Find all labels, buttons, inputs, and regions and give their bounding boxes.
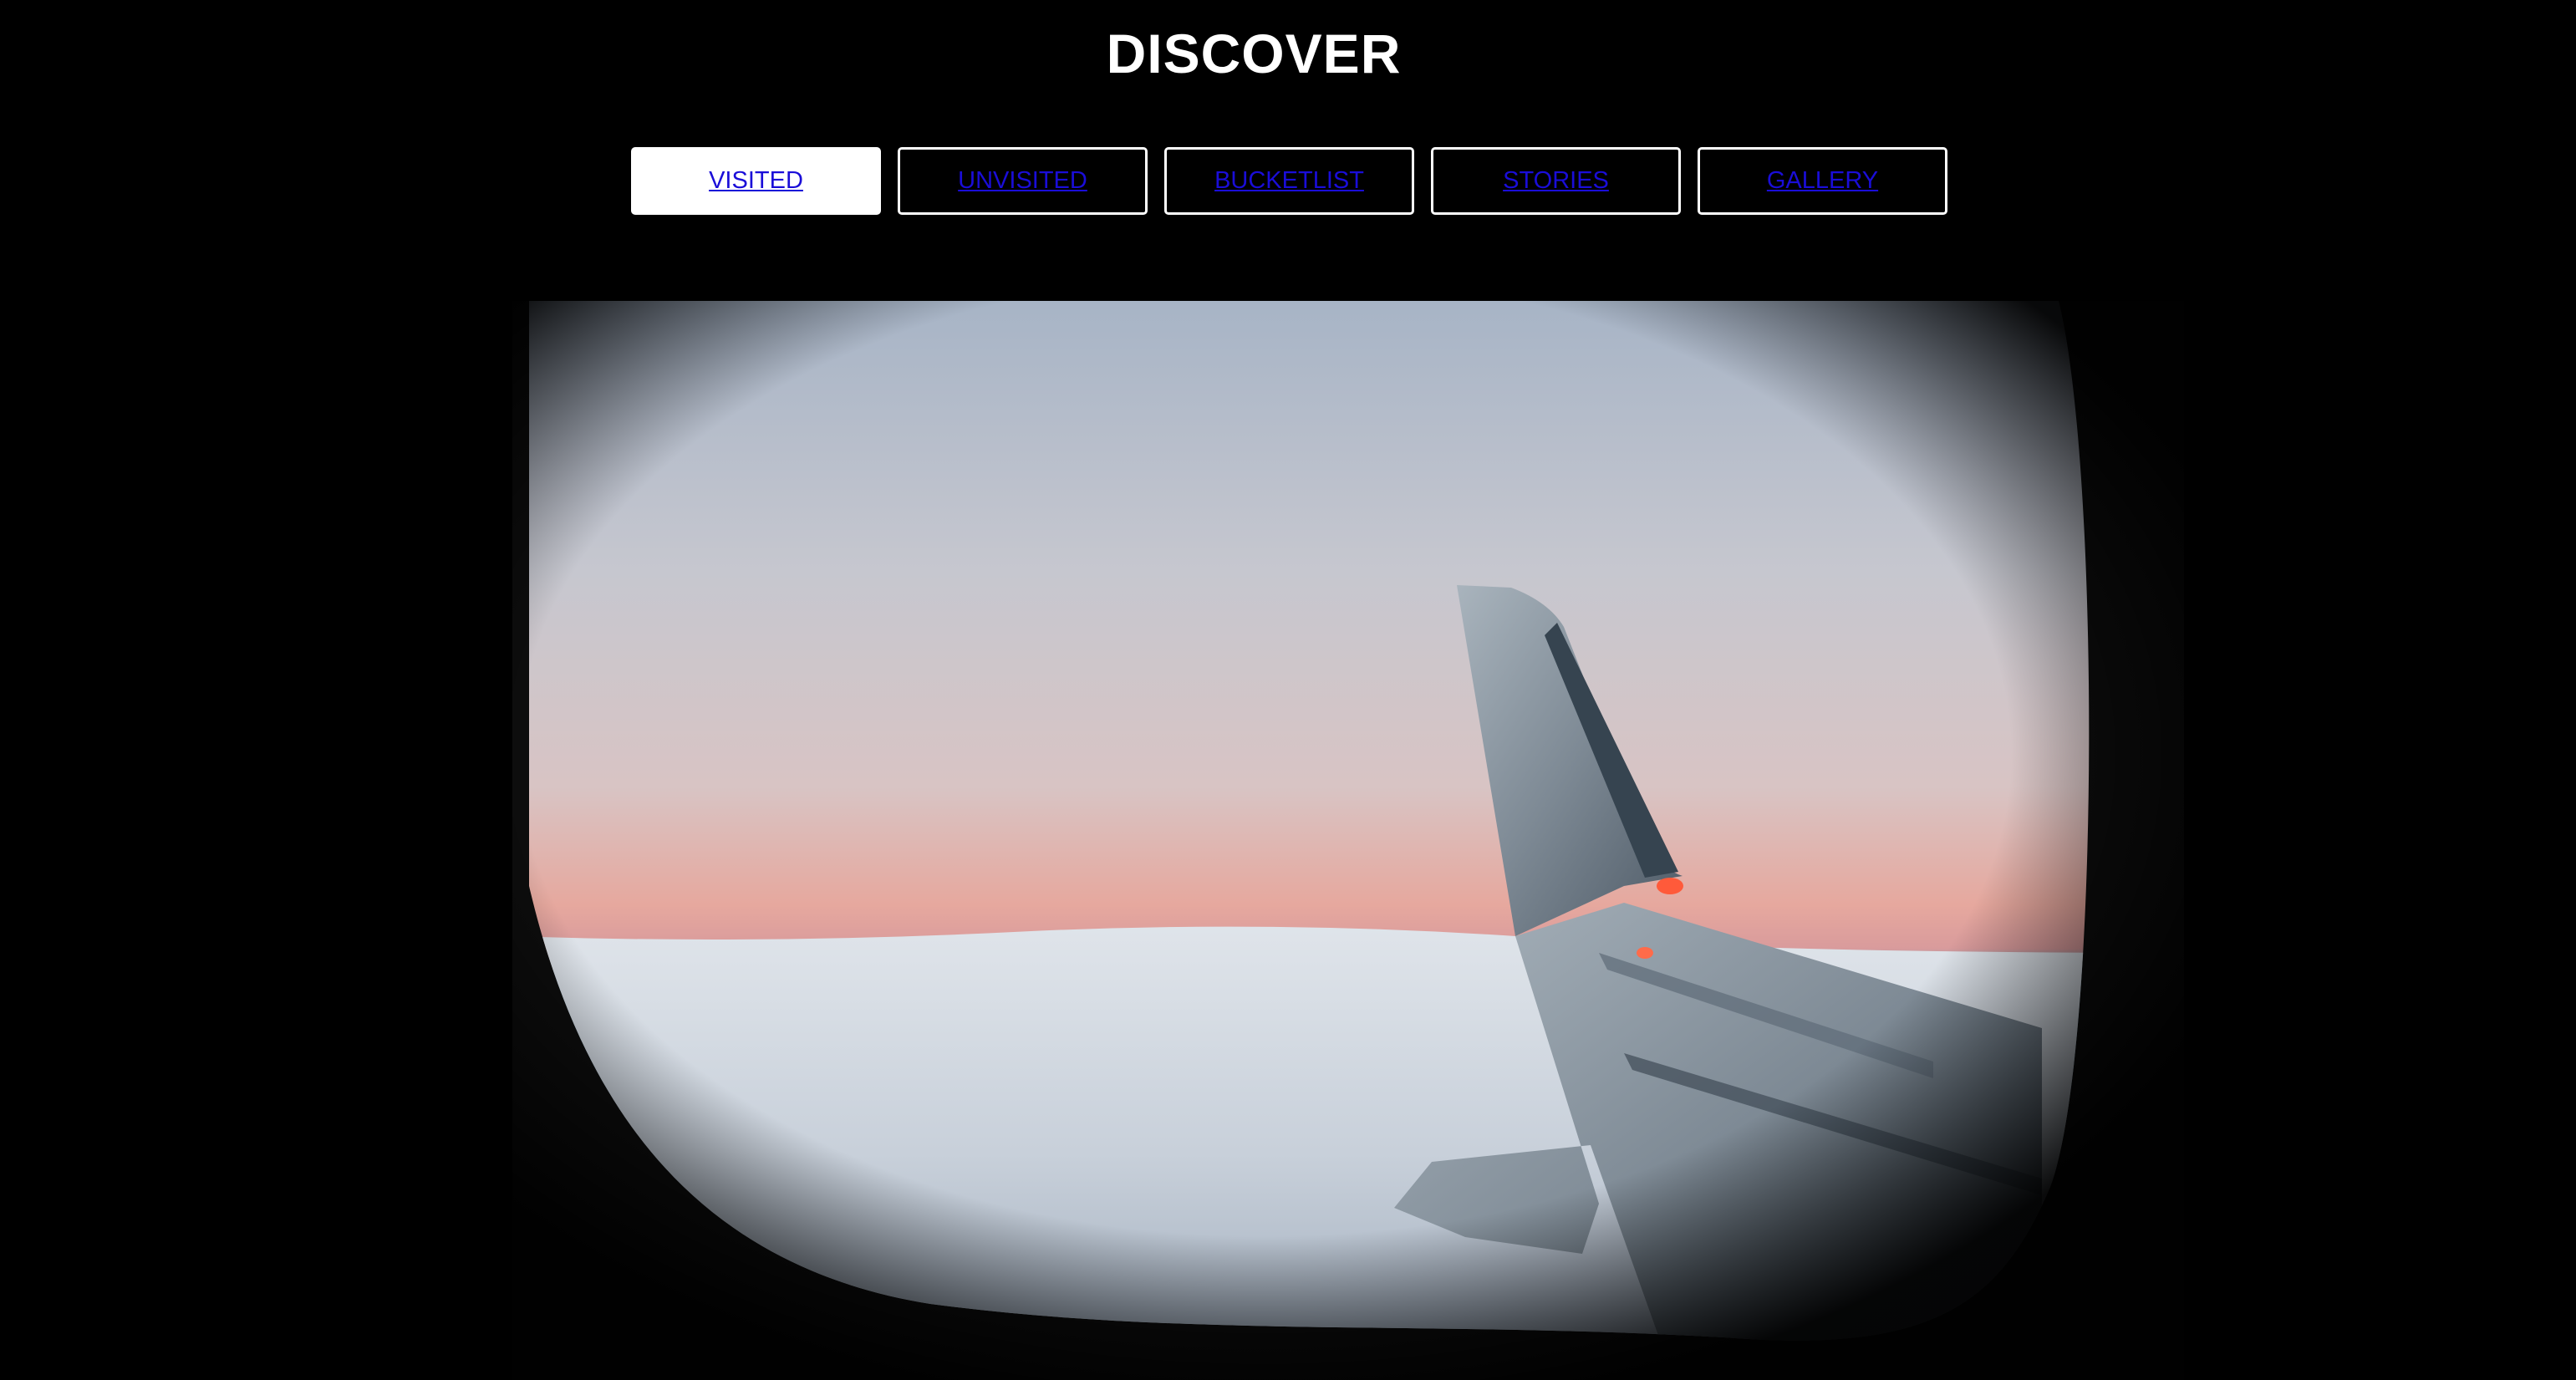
airplane-window-photo (512, 301, 2184, 1380)
tab-unvisited[interactable]: UNVISITED (898, 147, 1148, 215)
tab-stories[interactable]: STORIES (1431, 147, 1681, 215)
page: DISCOVER VISITED UNVISITED BUCKETLIST ST… (0, 0, 2576, 1380)
tab-nav: VISITED UNVISITED BUCKETLIST STORIES GAL… (631, 147, 1947, 215)
page-title: DISCOVER (1106, 23, 1402, 84)
tab-bucketlist[interactable]: BUCKETLIST (1164, 147, 1414, 215)
window-view-image (512, 301, 2184, 1380)
tab-visited[interactable]: VISITED (631, 147, 881, 215)
tab-gallery[interactable]: GALLERY (1698, 147, 1947, 215)
